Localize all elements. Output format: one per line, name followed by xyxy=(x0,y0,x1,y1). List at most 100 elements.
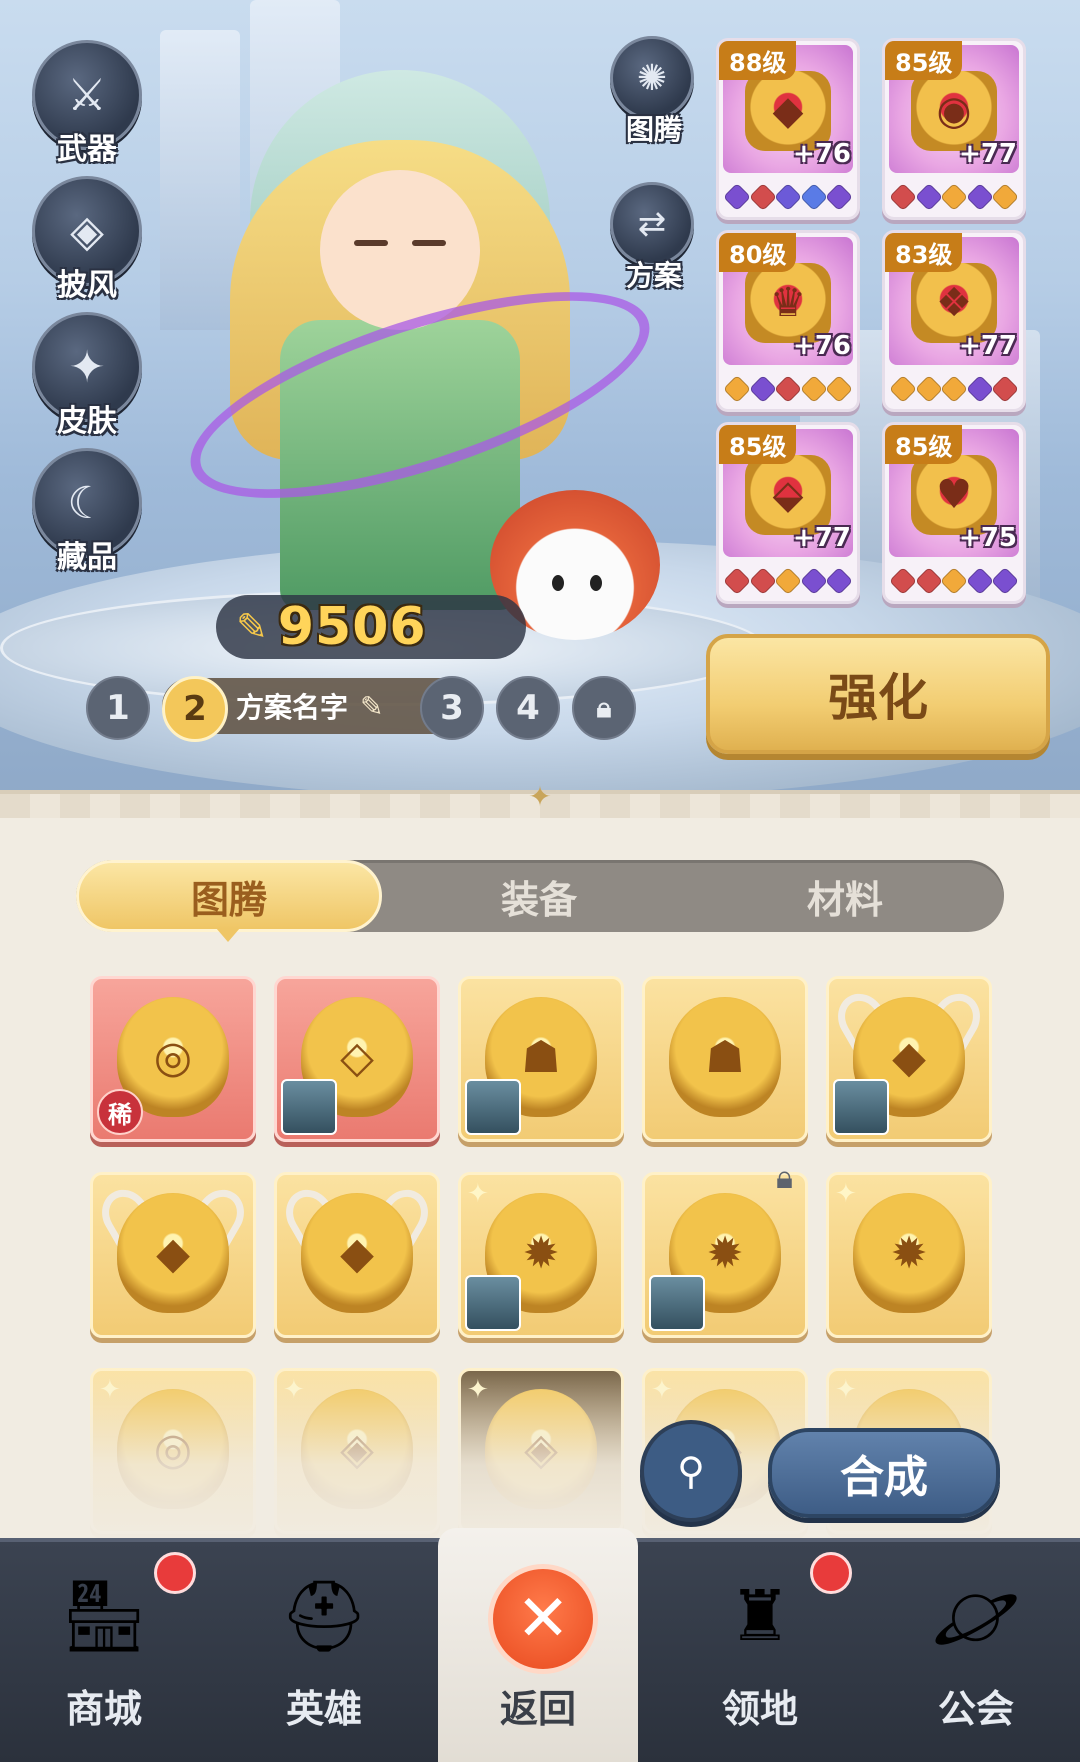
plan-1-button[interactable]: 1 xyxy=(86,676,150,740)
equipment-slot[interactable]: ◆ 88级 +76 xyxy=(716,38,860,220)
planet-icon: 🪐︎ xyxy=(931,1574,1021,1657)
hero-avatar xyxy=(649,1275,705,1331)
plan-3-button[interactable]: 3 xyxy=(420,676,484,740)
gem-sockets xyxy=(888,374,1020,404)
gem-socket-icon xyxy=(939,182,969,212)
gem-socket-icon xyxy=(990,566,1020,596)
nav-guild-label: 公会 xyxy=(937,1687,1014,1731)
gem-socket-icon xyxy=(939,374,969,404)
equipment-slot[interactable]: ❖ 83级 +77 xyxy=(882,230,1026,412)
totem-item[interactable]: ☗ xyxy=(642,976,808,1142)
notification-badge xyxy=(810,1552,852,1594)
totem-item[interactable]: ◎ 稀 xyxy=(90,976,256,1142)
castle-icon: ♜ xyxy=(728,1575,792,1657)
rare-badge: 稀 xyxy=(97,1089,143,1135)
equipment-level: 83级 xyxy=(885,233,963,272)
nav-territory[interactable]: ♜ 领地 xyxy=(660,1542,860,1762)
plan-label: 方案 xyxy=(625,259,682,292)
tab-pointer xyxy=(216,928,240,942)
gem-socket-icon xyxy=(773,374,803,404)
tab-materials[interactable]: 材料 xyxy=(692,860,998,932)
star-icon: ✦ xyxy=(467,1179,489,1209)
collection-button[interactable]: ☾ 藏品 xyxy=(32,448,142,576)
gem-socket-icon xyxy=(914,374,943,404)
gem-socket-icon xyxy=(824,182,854,212)
gem-socket-icon xyxy=(965,374,994,404)
gem-socket-icon xyxy=(914,566,943,596)
nav-territory-label: 领地 xyxy=(721,1687,798,1731)
tab-totem[interactable]: 图腾 xyxy=(76,860,382,932)
gem-socket-icon xyxy=(888,182,918,212)
inventory-tabs: 图腾 装备 材料 xyxy=(76,860,1004,932)
bull-mask-icon: ◆ xyxy=(301,1193,413,1313)
filter-button[interactable]: ⚲ xyxy=(640,1420,742,1522)
pet-eye xyxy=(552,575,564,591)
diamond-ornament-icon: ✦ xyxy=(528,780,552,813)
equipment-slot[interactable]: ♥ 85级 +75 xyxy=(882,422,1026,604)
gem-socket-icon xyxy=(748,566,777,596)
gem-socket-icon xyxy=(914,182,943,212)
plan-locked-button[interactable]: 🔒︎ xyxy=(572,676,636,740)
gem-socket-icon xyxy=(799,182,828,212)
phoenix-mask-icon: ✹ xyxy=(853,1193,965,1313)
nav-heroes[interactable]: ⛑︎ 英雄 xyxy=(224,1542,424,1762)
equipment-slot[interactable]: ⬙ 85级 +77 xyxy=(716,422,860,604)
equipment-level: 80级 xyxy=(719,233,797,272)
equipment-slot[interactable]: ♛ 80级 +76 xyxy=(716,230,860,412)
combat-power: ✎ 9506 xyxy=(216,595,526,659)
bottom-navigation: 🏪︎ 商城 ⛑︎ 英雄 ✕ 返回 ♜ 领地 🪐︎ 公会 xyxy=(0,1528,1080,1762)
gem-socket-icon xyxy=(990,374,1020,404)
gem-socket-icon xyxy=(990,182,1020,212)
gem-socket-icon xyxy=(799,566,828,596)
feather-icon: ✎ xyxy=(236,605,268,649)
edit-feather-icon[interactable]: ✎ xyxy=(360,690,383,723)
totem-button[interactable]: ✺ 图腾 xyxy=(610,36,698,164)
hero-avatar xyxy=(465,1275,521,1331)
nav-shop[interactable]: 🏪︎ 商城 xyxy=(4,1542,204,1762)
padlock-icon: 🔒︎ xyxy=(776,1158,794,1196)
totem-item[interactable]: ☗ xyxy=(458,976,624,1142)
plan-button[interactable]: ⇄ 方案 xyxy=(610,182,698,310)
equipment-plus: +77 xyxy=(959,331,1017,361)
equipment-level: 88级 xyxy=(719,41,797,80)
weapon-button[interactable]: ⚔ 武器 xyxy=(32,40,142,168)
totem-label: 图腾 xyxy=(625,113,682,146)
skin-label: 皮肤 xyxy=(57,404,117,439)
equipment-level: 85级 xyxy=(885,41,963,80)
gem-socket-icon xyxy=(888,374,918,404)
combat-power-value: 9506 xyxy=(277,597,427,657)
hero-avatar xyxy=(465,1079,521,1135)
equipment-level: 85级 xyxy=(719,425,797,464)
gem-socket-icon xyxy=(748,374,777,404)
totem-item[interactable]: ◆ xyxy=(826,976,992,1142)
nav-back[interactable]: ✕ 返回 xyxy=(438,1528,638,1762)
cape-button[interactable]: ◈ 披风 xyxy=(32,176,142,304)
equipment-slot[interactable]: ◉ 85级 +77 xyxy=(882,38,1026,220)
totem-item[interactable]: ◆ xyxy=(274,1172,440,1338)
plan-4-button[interactable]: 4 xyxy=(496,676,560,740)
totem-item[interactable]: ✦ ✹ xyxy=(458,1172,624,1338)
plan-2-button[interactable]: 2 xyxy=(162,676,228,742)
strengthen-button[interactable]: 强化 xyxy=(706,634,1050,754)
totem-item[interactable]: ✦ ✹ xyxy=(826,1172,992,1338)
gem-socket-icon xyxy=(965,566,994,596)
cape-label: 披风 xyxy=(57,268,117,303)
gem-sockets xyxy=(722,566,854,596)
gem-socket-icon xyxy=(965,182,994,212)
hero-eye xyxy=(354,240,388,246)
tab-equipment[interactable]: 装备 xyxy=(386,860,692,932)
nav-guild[interactable]: 🪐︎ 公会 xyxy=(876,1542,1076,1762)
gem-sockets xyxy=(722,182,854,212)
equipment-plus: +76 xyxy=(793,139,851,169)
nav-back-label: 返回 xyxy=(499,1687,576,1731)
hero-avatar xyxy=(833,1079,889,1135)
totem-item[interactable]: ◇ xyxy=(274,976,440,1142)
skin-button[interactable]: ✦ 皮肤 xyxy=(32,312,142,440)
star-icon: ✦ xyxy=(835,1179,857,1209)
totem-item[interactable]: ◆ xyxy=(90,1172,256,1338)
collection-label: 藏品 xyxy=(57,540,117,575)
synthesize-button[interactable]: 合成 xyxy=(768,1428,1000,1518)
gem-socket-icon xyxy=(824,374,854,404)
gem-sockets xyxy=(722,374,854,404)
gem-socket-icon xyxy=(888,566,918,596)
